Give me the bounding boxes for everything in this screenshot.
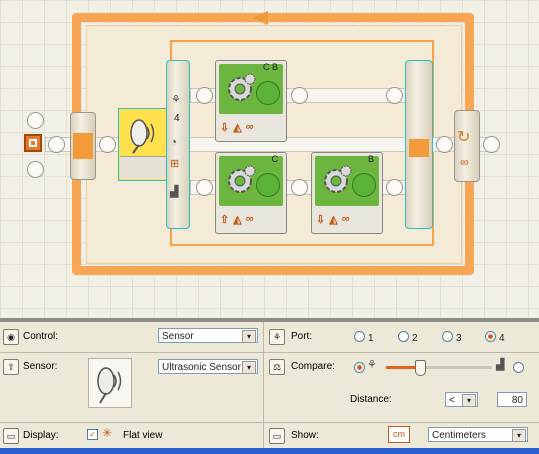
configuration-panel: ◉ Control: Sensor ▾ ⇧ Sensor: Ultrasonic … (0, 318, 539, 452)
unit-select[interactable]: Centimeters ▾ (428, 427, 528, 442)
ultrasonic-switch-block[interactable] (118, 108, 168, 181)
start-icon[interactable] (24, 134, 42, 152)
upper-plug-1 (196, 87, 213, 104)
compare-far-radio[interactable] (513, 362, 527, 375)
start-plug-top[interactable] (27, 112, 44, 129)
end-plug[interactable] (483, 136, 500, 153)
control-icon: ◉ (3, 329, 19, 345)
upper-plug-3 (386, 87, 403, 104)
lower-plug-1 (196, 179, 213, 196)
port-radio-1[interactable]: 1 (354, 331, 374, 344)
move-block-c[interactable]: C ⇧ ◭ ∞ (215, 152, 287, 234)
direction-up-icon: ⇧ (220, 213, 230, 226)
control-select[interactable]: Sensor ▾ (158, 328, 258, 343)
motor-indicator (352, 173, 376, 197)
port-radio-2[interactable]: 2 (398, 331, 418, 344)
port-radio-4[interactable]: 4 (485, 331, 505, 344)
port-icon: ⚘ (269, 329, 285, 345)
beam-plug-3 (436, 136, 453, 153)
motor-port-label: B (367, 154, 374, 164)
lower-plug-3 (386, 179, 403, 196)
flat-view-checkbox[interactable]: ✓ (87, 429, 98, 440)
switch-input-value: 4 (174, 113, 180, 124)
loop-start-pillar[interactable] (70, 112, 96, 180)
show-label: Show: (291, 430, 319, 441)
port-label: Port: (291, 331, 313, 342)
compare-label: Compare: (291, 361, 335, 372)
direction-down-icon: ⇩ (316, 213, 326, 226)
move-block-b[interactable]: B ⇩ ◭ ∞ (311, 152, 383, 234)
switch-hub-pillar[interactable]: ⚘ 4 ◔ ⊞ ▟ (166, 60, 190, 229)
infinity-duration-icon: ∞ (245, 121, 254, 133)
gear-icon (228, 165, 256, 193)
gear-icon (324, 165, 352, 193)
motor-port-label: C (271, 154, 279, 164)
flat-view-icon: ✳ (102, 426, 113, 440)
infinity-duration-icon: ∞ (245, 213, 254, 225)
compare-near-radio[interactable] (354, 362, 368, 375)
hub-plug-icon: ⚘ (171, 94, 181, 106)
beam-plug-2 (99, 136, 116, 153)
near-icon: ⚘ (367, 359, 377, 371)
control-label: Control: (23, 331, 59, 342)
hub-sensor-icon: ◔ (170, 135, 178, 149)
steering-icon: ◭ (233, 213, 242, 226)
loop-end-block[interactable]: ↻ ∞ (454, 110, 480, 182)
sensor-icon: ⇧ (3, 359, 19, 375)
unit-badge: cm (388, 426, 410, 443)
loop-infinity-icon: ∞ (460, 155, 469, 169)
steering-icon: ◭ (329, 213, 338, 226)
port-radio-3[interactable]: 3 (442, 331, 462, 344)
motor-port-label: C B (262, 62, 278, 72)
distance-operator-select[interactable]: < ▾ (445, 392, 478, 407)
show-icon: ▭ (269, 428, 285, 444)
hub-compare-icon: ⊞ (170, 158, 180, 170)
compare-slider-track[interactable] (386, 366, 492, 369)
distance-label: Distance: (350, 394, 392, 405)
display-icon: ▭ (3, 428, 19, 444)
motor-indicator (256, 173, 280, 197)
infinity-duration-icon: ∞ (341, 213, 350, 225)
sensor-select[interactable]: Ultrasonic Sensor ▾ (158, 359, 258, 374)
ultrasonic-preview-icon (88, 358, 132, 408)
motor-indicator (256, 81, 280, 105)
compare-slider-thumb[interactable] (415, 360, 426, 376)
distance-value-input[interactable]: 80 (497, 392, 527, 407)
upper-plug-2 (291, 87, 308, 104)
direction-down-icon: ⇩ (220, 121, 230, 134)
display-label: Display: (23, 430, 59, 441)
compare-icon: ⚖ (269, 359, 285, 375)
steering-icon: ◭ (233, 121, 242, 134)
sensor-label: Sensor: (23, 361, 58, 372)
loop-arrows-icon: ↻ (457, 129, 471, 146)
loop-direction-arrow-icon (252, 11, 268, 25)
lower-plug-2 (291, 179, 308, 196)
taskbar-strip (0, 448, 539, 454)
switch-end-pillar[interactable] (405, 60, 433, 229)
start-plug-bottom[interactable] (27, 161, 44, 178)
far-icon: ▟ (496, 359, 505, 371)
move-block-cb[interactable]: C B ⇩ ◭ ∞ (215, 60, 287, 142)
flat-view-label: Flat view (123, 430, 163, 441)
hub-output-icon: ▟ (170, 186, 179, 198)
beam-plug-1 (48, 136, 65, 153)
program-canvas[interactable]: ⚘ 4 ◔ ⊞ ▟ C B ⇩ ◭ ∞ C ⇧ ◭ ∞ B ⇩ ◭ ∞ ↻ ∞ (0, 0, 539, 318)
gear-icon (228, 73, 256, 101)
ultrasonic-sensor-icon (125, 115, 163, 155)
